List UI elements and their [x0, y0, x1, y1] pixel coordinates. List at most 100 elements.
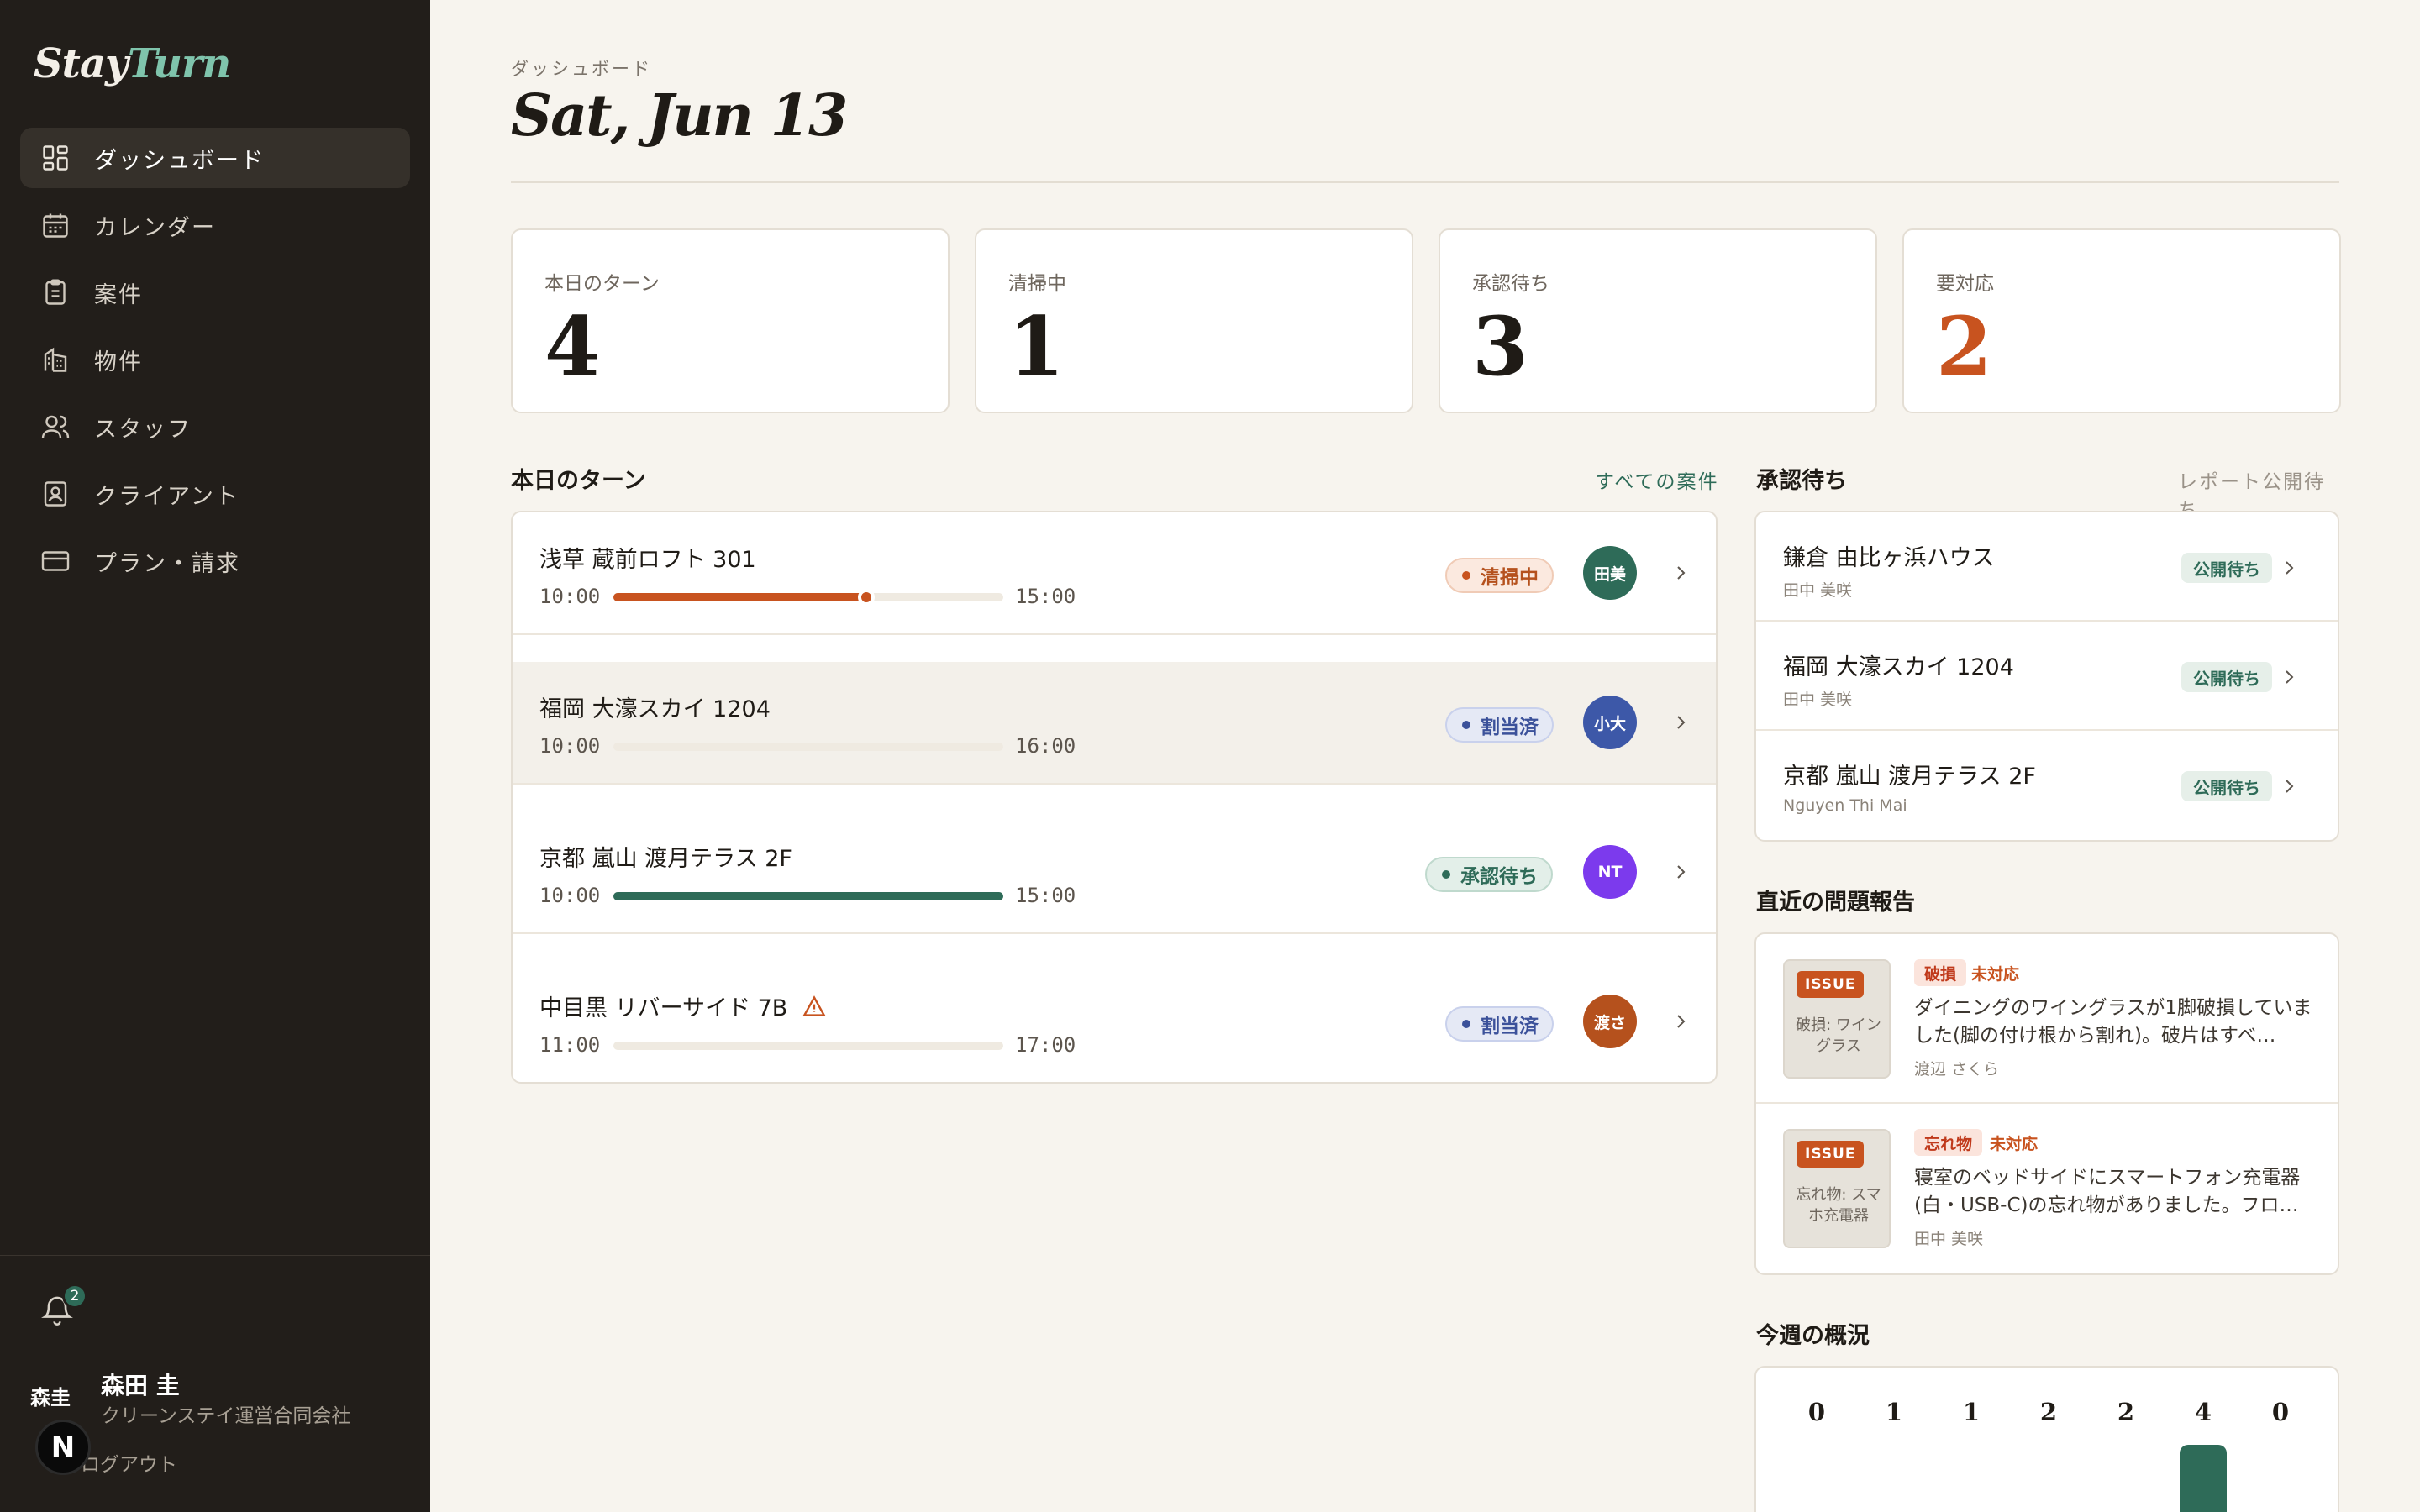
chevron-right-icon[interactable]	[2279, 667, 2299, 687]
turn-property-name: 中目黒 リバーサイド 7B	[539, 990, 826, 1022]
sidebar-item-label: ダッシュボード	[94, 147, 265, 174]
turn-end-time: 16:00	[1015, 734, 1076, 758]
turn-start-time: 10:00	[539, 585, 601, 608]
chevron-right-icon[interactable]	[1670, 862, 1691, 882]
chevron-right-icon[interactable]	[1670, 1011, 1691, 1032]
user-name: 森田 圭	[101, 1372, 180, 1399]
stat-label: 清掃中	[1008, 273, 1066, 295]
issue-thumbnail: ISSUE 破損: ワイングラス	[1783, 959, 1891, 1079]
week-count-label: 1	[1885, 1398, 1903, 1426]
issue-badge: ISSUE	[1797, 971, 1865, 998]
avatar[interactable]: 渡さ	[1583, 995, 1637, 1048]
stat-card-today-turns: 本日のターン 4	[511, 228, 950, 413]
section-title-issues: 直近の問題報告	[1756, 890, 1915, 916]
approval-row[interactable]: 福岡 大濠スカイ 1204 田中 美咲 公開待ち	[1756, 622, 2338, 731]
issue-status-label: 未対応	[1990, 1134, 2039, 1153]
approvals-list: 鎌倉 由比ヶ浜ハウス 田中 美咲 公開待ち 福岡 大濠スカイ 1204 田中 美…	[1754, 511, 2339, 842]
week-count-label: 2	[2117, 1398, 2135, 1426]
approval-staff: Nguyen Thi Mai	[1783, 796, 1907, 815]
sidebar-item-calendar[interactable]: カレンダー	[20, 195, 410, 255]
section-title-approvals: 承認待ち	[1756, 468, 1847, 494]
approval-row[interactable]: 京都 嵐山 渡月テラス 2F Nguyen Thi Mai 公開待ち	[1756, 731, 2338, 840]
issue-badge: ISSUE	[1797, 1141, 1865, 1168]
stat-label: 承認待ち	[1472, 273, 1549, 295]
week-bar	[2180, 1445, 2227, 1512]
turn-row[interactable]: 京都 嵐山 渡月テラス 2F 10:00 15:00 承認待ち NT	[513, 811, 1716, 934]
avatar[interactable]: 田美	[1583, 546, 1637, 600]
logout-link[interactable]: ログアウト	[81, 1448, 177, 1477]
sidebar-divider	[0, 1255, 430, 1256]
sidebar-item-dashboard[interactable]: ダッシュボード	[20, 128, 410, 188]
approval-property-name: 福岡 大濠スカイ 1204	[1783, 654, 2014, 680]
stat-card-cleaning: 清掃中 1	[975, 228, 1413, 413]
turn-property-name: 京都 嵐山 渡月テラス 2F	[539, 846, 792, 872]
turn-end-time: 17:00	[1015, 1033, 1076, 1057]
issue-item[interactable]: ISSUE 破損: ワイングラス 破損 未対応 ダイニングのワイングラスが1脚破…	[1756, 934, 2338, 1104]
issue-thumbnail-caption: 忘れ物: スマホ充電器	[1796, 1186, 1881, 1225]
turn-property-name: 浅草 蔵前ロフト 301	[539, 547, 756, 573]
status-badge: 公開待ち	[2181, 553, 2272, 583]
turn-progress-bar	[613, 1042, 1003, 1050]
turn-property-name: 福岡 大濠スカイ 1204	[539, 696, 771, 722]
avatar[interactable]: 小大	[1583, 696, 1637, 749]
stat-label: 要対応	[1936, 273, 1994, 295]
turn-row[interactable]: 中目黒 リバーサイド 7B 11:00 17:00 割当済 渡さ	[513, 961, 1716, 1082]
status-badge: 割当済	[1445, 1006, 1554, 1042]
issue-category-badge: 破損	[1914, 959, 1967, 986]
framework-badge[interactable]: N	[35, 1420, 91, 1475]
week-count-label: 1	[1962, 1398, 1981, 1426]
sidebar-item-label: プラン・請求	[94, 550, 240, 577]
chevron-right-icon[interactable]	[2279, 776, 2299, 796]
chevron-right-icon[interactable]	[1670, 712, 1691, 732]
approval-property-name: 鎌倉 由比ヶ浜ハウス	[1783, 545, 1995, 571]
dashboard-icon	[43, 145, 68, 171]
sidebar-item-label: クライアント	[94, 483, 239, 510]
turn-row[interactable]: 浅草 蔵前ロフト 301 10:00 15:00 清掃中 田美	[513, 512, 1716, 635]
week-count-label: 0	[1807, 1398, 1826, 1426]
sidebar-item-label: スタッフ	[94, 416, 192, 443]
issue-reporter: 田中 美咲	[1914, 1230, 1984, 1248]
turn-end-time: 15:00	[1015, 884, 1076, 907]
issue-item[interactable]: ISSUE 忘れ物: スマホ充電器 忘れ物 未対応 寝室のベッドサイドにスマート…	[1756, 1104, 2338, 1273]
page-title: Sat, Jun 13	[511, 82, 848, 150]
sidebar-item-billing[interactable]: プラン・請求	[20, 531, 410, 591]
stat-value: 2	[1936, 299, 1992, 394]
users-icon	[41, 415, 70, 438]
sidebar-item-label: 案件	[94, 281, 143, 308]
section-title-week: 今週の概況	[1756, 1323, 1870, 1349]
contact-icon	[44, 481, 67, 507]
sidebar-item-clients[interactable]: クライアント	[20, 464, 410, 524]
sidebar-item-jobs[interactable]: 案件	[20, 262, 410, 323]
notification-count-badge: 2	[62, 1284, 87, 1309]
sidebar-item-properties[interactable]: 物件	[20, 329, 410, 390]
approval-row[interactable]: 鎌倉 由比ヶ浜ハウス 田中 美咲 公開待ち	[1756, 512, 2338, 622]
calendar-icon	[43, 213, 68, 238]
turn-start-time: 10:00	[539, 734, 601, 758]
sidebar-nav: ダッシュボード カレンダー 案件 物件 スタッフ クライアント プラン・請求	[20, 128, 410, 598]
turn-progress-bar	[613, 589, 1003, 606]
chevron-right-icon[interactable]	[2279, 558, 2299, 578]
user-initials: 森圭	[30, 1386, 71, 1410]
chevron-right-icon[interactable]	[1670, 563, 1691, 583]
status-badge: 公開待ち	[2181, 771, 2272, 801]
turn-progress-bar	[613, 743, 1003, 751]
sidebar-item-staff[interactable]: スタッフ	[20, 396, 410, 457]
app-logo[interactable]: StayTurn	[34, 40, 231, 87]
issues-list: ISSUE 破損: ワイングラス 破損 未対応 ダイニングのワイングラスが1脚破…	[1754, 932, 2339, 1275]
issue-description: ダイニングのワイングラスが1脚破損していました(脚の付け根から割れ)。破片はすべ…	[1914, 997, 2312, 1047]
stat-value: 1	[1008, 299, 1065, 394]
stat-card-needs-action: 要対応 2	[1902, 228, 2341, 413]
avatar[interactable]: NT	[1583, 845, 1637, 899]
issue-thumbnail: ISSUE 忘れ物: スマホ充電器	[1783, 1129, 1891, 1248]
issue-thumbnail-caption: 破損: ワイングラス	[1796, 1016, 1881, 1055]
user-organization: クリーンステイ運営合同会社	[101, 1405, 351, 1427]
approval-property-name: 京都 嵐山 渡月テラス 2F	[1783, 764, 2036, 790]
stat-card-pending-approval: 承認待ち 3	[1439, 228, 1877, 413]
status-badge: 承認待ち	[1425, 857, 1553, 892]
turn-progress-bar	[613, 892, 1003, 900]
issue-reporter: 渡辺 さくら	[1914, 1060, 2000, 1079]
all-jobs-link[interactable]: すべての案件	[1595, 465, 1718, 494]
turn-row[interactable]: 福岡 大濠スカイ 1204 10:00 16:00 割当済 小大	[513, 662, 1716, 785]
stat-value: 3	[1472, 299, 1528, 394]
sidebar-item-label: カレンダー	[94, 214, 216, 241]
